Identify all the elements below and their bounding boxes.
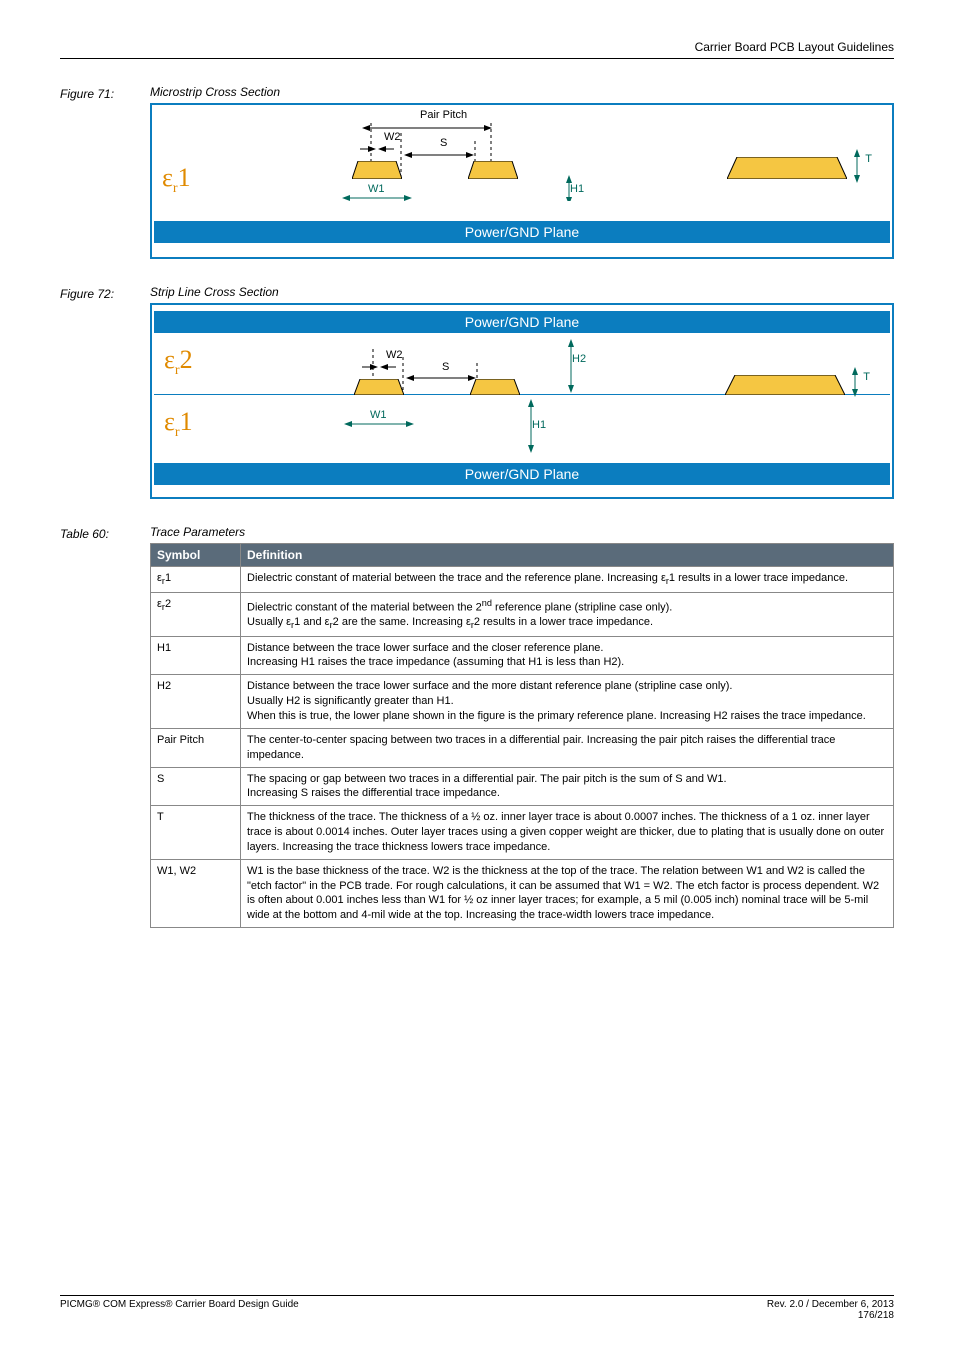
- stripline-trace-far: [725, 375, 845, 395]
- definition-cell: The spacing or gap between two traces in…: [241, 767, 894, 806]
- figure-72: Figure 72: Strip Line Cross Section Powe…: [60, 285, 894, 499]
- s-label: S: [440, 137, 447, 149]
- t-label-2: T: [863, 371, 870, 383]
- trace-parameters-table: Symbol Definition εr1Dielectric constant…: [150, 543, 894, 928]
- table-60-title: Trace Parameters: [150, 525, 894, 539]
- symbol-cell: Pair Pitch: [151, 728, 241, 767]
- eps-r-1-label: εr1: [162, 163, 191, 197]
- table-row: εr1Dielectric constant of material betwe…: [151, 567, 894, 593]
- stripline-trace-left: [354, 379, 404, 395]
- microstrip-diagram: εr1 Pair Pitch W2 S: [150, 103, 894, 259]
- s-label-2: S: [442, 361, 449, 373]
- figure-71: Figure 71: Microstrip Cross Section εr1 …: [60, 85, 894, 259]
- w2-arrow-2: [354, 362, 404, 372]
- figure-71-title: Microstrip Cross Section: [150, 85, 894, 99]
- symbol-cell: T: [151, 806, 241, 860]
- power-gnd-plane: Power/GND Plane: [154, 221, 890, 243]
- microstrip-trace-far: [727, 157, 847, 179]
- header-rule: [60, 58, 894, 59]
- table-row: εr2Dielectric constant of the material b…: [151, 592, 894, 636]
- eps-r-1-label-2: εr1: [164, 407, 193, 441]
- w2-label: W2: [384, 131, 401, 143]
- s-arrow: [404, 150, 474, 160]
- table-row: TThe thickness of the trace. The thickne…: [151, 806, 894, 860]
- table-row: H2Distance between the trace lower surfa…: [151, 675, 894, 729]
- microstrip-trace-left: [352, 161, 402, 179]
- table-row: W1, W2W1 is the base thickness of the tr…: [151, 859, 894, 927]
- definition-cell: Distance between the trace lower surface…: [241, 636, 894, 675]
- symbol-cell: S: [151, 767, 241, 806]
- t-label: T: [865, 153, 872, 165]
- definition-cell: Dielectric constant of material between …: [241, 567, 894, 593]
- t-arrow-2: [850, 367, 860, 397]
- figure-71-label: Figure 71:: [60, 85, 150, 101]
- symbol-cell: H1: [151, 636, 241, 675]
- h2-arrow: [566, 339, 576, 393]
- footer-rev: Rev. 2.0 / December 6, 2013: [767, 1299, 894, 1310]
- pair-pitch-label: Pair Pitch: [420, 109, 467, 121]
- t-arrow: [852, 149, 862, 183]
- w2-label-2: W2: [386, 349, 403, 361]
- table-60-label: Table 60:: [60, 525, 150, 541]
- w2-arrow: [352, 144, 402, 154]
- page-footer: PICMG® COM Express® Carrier Board Design…: [60, 1295, 894, 1321]
- power-gnd-plane-top: Power/GND Plane: [154, 311, 890, 333]
- h1-arrow-2: [526, 399, 536, 453]
- page-header: Carrier Board PCB Layout Guidelines: [60, 40, 894, 54]
- figure-72-label: Figure 72:: [60, 285, 150, 301]
- th-symbol: Symbol: [151, 544, 241, 567]
- symbol-cell: W1, W2: [151, 859, 241, 927]
- w1-arrow-2: [344, 419, 414, 429]
- footer-rule: [60, 1295, 894, 1296]
- table-60: Table 60: Trace Parameters Symbol Defini…: [60, 525, 894, 928]
- stripline-trace-right: [470, 379, 520, 395]
- table-row: Pair PitchThe center-to-center spacing b…: [151, 728, 894, 767]
- definition-cell: W1 is the base thickness of the trace. W…: [241, 859, 894, 927]
- stripline-diagram: Power/GND Plane εr2 W2 S H: [150, 303, 894, 499]
- symbol-cell: εr1: [151, 567, 241, 593]
- definition-cell: Dielectric constant of the material betw…: [241, 592, 894, 636]
- definition-cell: The center-to-center spacing between two…: [241, 728, 894, 767]
- s-arrow-2: [406, 373, 476, 383]
- th-definition: Definition: [241, 544, 894, 567]
- table-row: SThe spacing or gap between two traces i…: [151, 767, 894, 806]
- table-row: H1Distance between the trace lower surfa…: [151, 636, 894, 675]
- symbol-cell: εr2: [151, 592, 241, 636]
- footer-page: 176/218: [858, 1310, 894, 1321]
- definition-cell: The thickness of the trace. The thicknes…: [241, 806, 894, 860]
- power-gnd-plane-bot: Power/GND Plane: [154, 463, 890, 485]
- definition-cell: Distance between the trace lower surface…: [241, 675, 894, 729]
- eps-r-2-label: εr2: [164, 345, 193, 379]
- footer-left: PICMG® COM Express® Carrier Board Design…: [60, 1299, 299, 1321]
- pair-pitch-arrow: [362, 123, 492, 133]
- microstrip-trace-right: [468, 161, 518, 179]
- symbol-cell: H2: [151, 675, 241, 729]
- figure-72-title: Strip Line Cross Section: [150, 285, 894, 299]
